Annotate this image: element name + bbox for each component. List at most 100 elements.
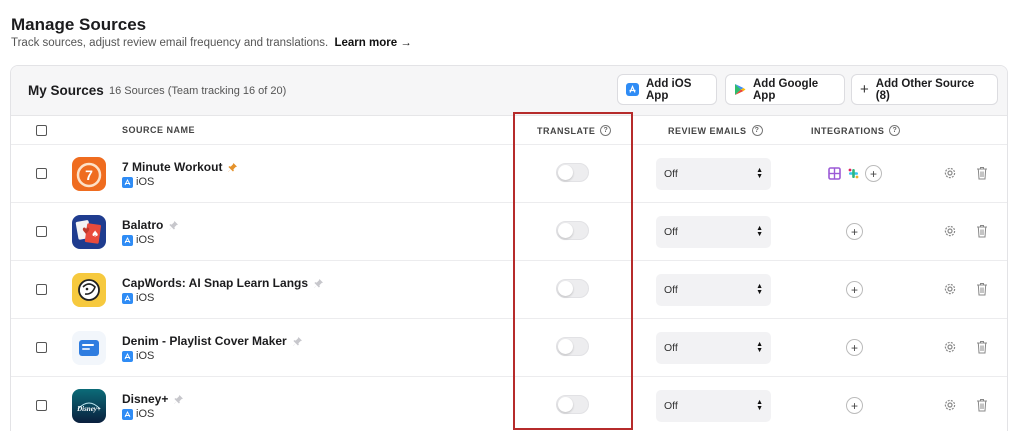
source-name[interactable]: CapWords: AI Snap Learn Langs bbox=[122, 276, 324, 290]
workout-app-icon: 7 bbox=[72, 157, 106, 191]
google-play-icon bbox=[734, 83, 746, 96]
translate-toggle[interactable] bbox=[556, 279, 589, 298]
svg-text:7: 7 bbox=[85, 167, 93, 183]
app-store-icon bbox=[122, 176, 133, 188]
app-store-icon bbox=[122, 234, 133, 246]
integrations-help-icon[interactable]: ? bbox=[889, 125, 901, 136]
translate-header-label: TRANSLATE bbox=[537, 125, 596, 136]
gear-icon[interactable] bbox=[943, 340, 957, 354]
gear-icon[interactable] bbox=[943, 398, 957, 412]
trash-icon[interactable] bbox=[976, 398, 988, 412]
gear-icon[interactable] bbox=[943, 166, 957, 180]
app-store-icon bbox=[122, 292, 133, 304]
add-ios-app-label: Add iOS App bbox=[646, 77, 692, 102]
integrations-list: + bbox=[846, 397, 863, 414]
review-emails-select[interactable]: Off ▲ ▼ bbox=[656, 332, 771, 364]
add-integration-button[interactable]: + bbox=[846, 281, 863, 298]
pin-icon[interactable] bbox=[314, 278, 324, 288]
select-all-checkbox[interactable] bbox=[36, 125, 47, 136]
integrations-list: + bbox=[846, 339, 863, 356]
balatro-app-icon: ♥ ♠ bbox=[72, 215, 106, 249]
layout-integration-icon[interactable] bbox=[828, 167, 841, 180]
svg-text:♥: ♥ bbox=[82, 227, 90, 237]
translate-toggle[interactable] bbox=[556, 221, 589, 240]
source-name[interactable]: Disney+ bbox=[122, 392, 184, 406]
review-emails-header-label: REVIEW EMAILS bbox=[668, 125, 747, 136]
platform-label: iOS bbox=[136, 176, 155, 188]
trash-icon[interactable] bbox=[976, 340, 988, 354]
review-emails-value: Off bbox=[664, 342, 678, 354]
integrations-header: INTEGRATIONS ? bbox=[811, 125, 901, 136]
row-checkbox[interactable] bbox=[36, 168, 47, 179]
table-header: SOURCE NAME TRANSLATE ? REVIEW EMAILS ? … bbox=[11, 116, 1007, 145]
review-emails-select[interactable]: Off ▲ ▼ bbox=[656, 216, 771, 248]
platform-tag: iOS bbox=[122, 408, 154, 420]
table-row: CapWords: AI Snap Learn Langs iOS Off ▲ ▼… bbox=[11, 261, 1007, 319]
row-checkbox[interactable] bbox=[36, 284, 47, 295]
svg-text:♠: ♠ bbox=[91, 230, 99, 240]
row-checkbox[interactable] bbox=[36, 342, 47, 353]
add-integration-button[interactable]: + bbox=[846, 397, 863, 414]
table-row: Denim - Playlist Cover Maker iOS Off ▲ ▼ … bbox=[11, 319, 1007, 377]
subtitle-text: Track sources, adjust review email frequ… bbox=[11, 37, 329, 49]
table-row: Disney+ Disney+ iOS Off ▲ ▼ + bbox=[11, 377, 1007, 431]
translate-toggle[interactable] bbox=[556, 337, 589, 356]
source-name[interactable]: Balatro bbox=[122, 218, 179, 232]
pin-icon[interactable] bbox=[169, 220, 179, 230]
trash-icon[interactable] bbox=[976, 282, 988, 296]
platform-label: iOS bbox=[136, 234, 155, 246]
learn-more-link[interactable]: Learn more → bbox=[334, 37, 411, 49]
select-arrows-icon: ▲ ▼ bbox=[756, 341, 763, 354]
review-emails-help-icon[interactable]: ? bbox=[751, 125, 763, 136]
select-arrows-icon: ▲ ▼ bbox=[756, 399, 763, 412]
trash-icon[interactable] bbox=[976, 166, 988, 180]
integrations-list: + bbox=[846, 223, 863, 240]
pin-icon[interactable] bbox=[174, 394, 184, 404]
source-name[interactable]: Denim - Playlist Cover Maker bbox=[122, 334, 302, 348]
manage-sources-page: Manage Sources Track sources, adjust rev… bbox=[0, 0, 1024, 431]
add-google-app-button[interactable]: Add Google App bbox=[725, 74, 845, 105]
source-name[interactable]: 7 Minute Workout bbox=[122, 160, 238, 174]
source-name-header: SOURCE NAME bbox=[122, 125, 195, 135]
gear-icon[interactable] bbox=[943, 282, 957, 296]
source-name-label: CapWords: AI Snap Learn Langs bbox=[122, 276, 309, 290]
pin-icon[interactable] bbox=[293, 336, 302, 346]
review-emails-value: Off bbox=[664, 168, 678, 180]
slack-icon[interactable] bbox=[847, 167, 860, 180]
toggle-knob bbox=[558, 397, 573, 412]
translate-toggle[interactable] bbox=[556, 163, 589, 182]
source-name-label: Disney+ bbox=[122, 392, 169, 406]
pin-icon[interactable] bbox=[228, 162, 238, 172]
translate-help-icon[interactable]: ? bbox=[600, 125, 612, 136]
add-google-app-label: Add Google App bbox=[753, 77, 819, 102]
gear-icon[interactable] bbox=[943, 224, 957, 238]
add-other-source-button[interactable]: + Add Other Source (8) bbox=[851, 74, 998, 105]
app-store-icon bbox=[122, 350, 133, 362]
add-integration-button[interactable]: + bbox=[846, 223, 863, 240]
platform-label: iOS bbox=[136, 292, 155, 304]
table-row: 7 7 Minute Workout iOS Off ▲ ▼ + bbox=[11, 145, 1007, 203]
row-checkbox[interactable] bbox=[36, 226, 47, 237]
platform-tag: iOS bbox=[122, 176, 154, 188]
row-checkbox[interactable] bbox=[36, 400, 47, 411]
integrations-list: + bbox=[828, 165, 882, 182]
platform-tag: iOS bbox=[122, 350, 154, 362]
source-name-header-label: SOURCE NAME bbox=[122, 125, 196, 135]
add-other-source-label: Add Other Source (8) bbox=[875, 77, 975, 102]
review-emails-select[interactable]: Off ▲ ▼ bbox=[656, 158, 771, 190]
add-integration-button[interactable]: + bbox=[865, 165, 882, 182]
add-integration-button[interactable]: + bbox=[846, 339, 863, 356]
select-arrows-icon: ▲ ▼ bbox=[756, 167, 763, 180]
platform-label: iOS bbox=[136, 408, 155, 420]
translate-toggle[interactable] bbox=[556, 395, 589, 414]
page-subtitle: Track sources, adjust review email frequ… bbox=[11, 37, 412, 49]
sources-count: 16 Sources (Team tracking 16 of 20) bbox=[109, 85, 287, 97]
select-arrows-icon: ▲ ▼ bbox=[756, 283, 763, 296]
trash-icon[interactable] bbox=[976, 224, 988, 238]
review-emails-value: Off bbox=[664, 226, 678, 238]
sources-card-header: My Sources 16 Sources (Team tracking 16 … bbox=[11, 66, 1007, 116]
review-emails-header: REVIEW EMAILS ? bbox=[668, 125, 763, 136]
review-emails-select[interactable]: Off ▲ ▼ bbox=[656, 390, 771, 422]
add-ios-app-button[interactable]: Add iOS App bbox=[617, 74, 717, 105]
review-emails-select[interactable]: Off ▲ ▼ bbox=[656, 274, 771, 306]
